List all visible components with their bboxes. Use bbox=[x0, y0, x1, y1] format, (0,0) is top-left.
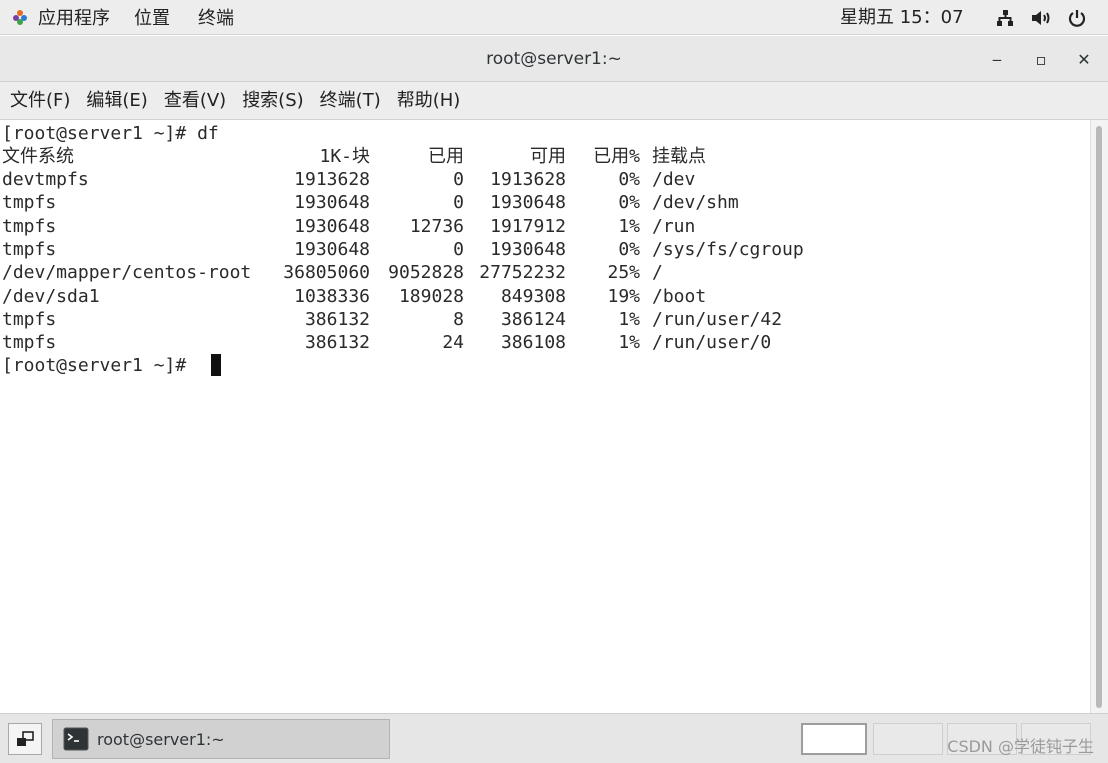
cell-use-pct: 25% bbox=[607, 262, 640, 284]
final-prompt: [root@server1 ~]# bbox=[2, 355, 198, 376]
cell-blocks: 1930648 bbox=[294, 215, 370, 237]
applications-icon bbox=[13, 10, 27, 25]
header-mounted-on: 挂载点 bbox=[652, 146, 706, 167]
cell-available: 27752232 bbox=[479, 262, 566, 284]
power-icon[interactable] bbox=[1065, 6, 1089, 30]
cell-filesystem: tmpfs bbox=[2, 238, 57, 260]
cell-blocks: 386132 bbox=[304, 332, 370, 354]
cell-available: 386108 bbox=[500, 332, 566, 354]
cell-available: 386124 bbox=[500, 308, 566, 330]
cell-filesystem: devtmpfs bbox=[2, 169, 89, 190]
network-icon[interactable] bbox=[993, 6, 1017, 30]
menu-view[interactable]: 查看(V) bbox=[156, 82, 234, 120]
taskbar-window-label: root@server1:~ bbox=[97, 729, 225, 749]
menu-bar: 文件(F) 编辑(E) 查看(V) 搜索(S) 终端(T) 帮助(H) bbox=[0, 82, 1108, 120]
cell-filesystem: tmpfs bbox=[2, 215, 57, 237]
cell-mounted-on: /dev bbox=[652, 169, 696, 190]
terminal-menu[interactable]: 终端 bbox=[184, 0, 248, 35]
cell-used: 189028 bbox=[398, 285, 464, 307]
cell-blocks: 1930648 bbox=[294, 238, 370, 260]
cell-used: 0 bbox=[453, 192, 464, 214]
window-title-bar[interactable]: root@server1:~ ‒ ▫ ✕ bbox=[0, 36, 1108, 82]
terminal-view[interactable]: [root@server1 ~]# df 文件系统 1K-块 已用 可用 已用%… bbox=[0, 120, 1090, 713]
minimize-button[interactable]: ‒ bbox=[984, 46, 1010, 72]
cell-filesystem: tmpfs bbox=[2, 308, 57, 330]
cell-filesystem: /dev/mapper/centos-root bbox=[2, 262, 252, 284]
menu-edit[interactable]: 编辑(E) bbox=[78, 82, 155, 120]
cell-used: 9052828 bbox=[388, 262, 464, 284]
cell-used: 24 bbox=[442, 332, 464, 354]
menu-search[interactable]: 搜索(S) bbox=[234, 82, 311, 120]
cell-blocks: 1913628 bbox=[294, 169, 370, 190]
cell-filesystem: tmpfs bbox=[2, 192, 57, 214]
header-use-pct: 已用% bbox=[593, 146, 640, 167]
header-available: 可用 bbox=[530, 146, 566, 167]
maximize-icon: ▫ bbox=[1035, 49, 1047, 69]
terminal-app-icon bbox=[63, 727, 89, 751]
show-desktop-button[interactable] bbox=[8, 723, 42, 755]
watermark: CSDN @学徒钝子生 bbox=[947, 737, 1094, 756]
workspace-1[interactable] bbox=[801, 723, 867, 755]
cell-mounted-on: /boot bbox=[652, 285, 707, 307]
close-button[interactable]: ✕ bbox=[1071, 46, 1097, 72]
workspace-2[interactable] bbox=[873, 723, 943, 755]
cell-used: 12736 bbox=[409, 215, 464, 237]
cell-use-pct: 19% bbox=[607, 285, 640, 307]
bottom-taskbar: root@server1:~ CSDN @学徒钝子生 bbox=[0, 713, 1108, 763]
prompt-command-line: [root@server1 ~]# df bbox=[2, 123, 219, 144]
menu-terminal[interactable]: 终端(T) bbox=[312, 82, 389, 120]
cell-mounted-on: /run/user/42 bbox=[652, 308, 783, 330]
menu-help[interactable]: 帮助(H) bbox=[389, 82, 469, 120]
window-title: root@server1:~ bbox=[486, 49, 622, 69]
cell-use-pct: 1% bbox=[618, 215, 640, 237]
applications-label: 应用程序 bbox=[38, 8, 110, 29]
cell-use-pct: 1% bbox=[618, 332, 640, 354]
cell-blocks: 1930648 bbox=[294, 192, 370, 214]
cell-mounted-on: /sys/fs/cgroup bbox=[652, 238, 804, 260]
cell-mounted-on: /run/user/0 bbox=[652, 332, 772, 354]
cell-blocks: 386132 bbox=[304, 308, 370, 330]
header-used: 已用 bbox=[428, 146, 464, 167]
maximize-button[interactable]: ▫ bbox=[1028, 46, 1054, 72]
cell-available: 1917912 bbox=[490, 215, 566, 237]
top-panel: 应用程序 位置 终端 星期五 15：07 bbox=[0, 0, 1108, 35]
minimize-icon: ‒ bbox=[991, 49, 1003, 69]
cell-mounted-on: /run bbox=[652, 215, 696, 237]
cell-use-pct: 0% bbox=[618, 238, 640, 260]
cell-available: 1930648 bbox=[490, 238, 566, 260]
cell-use-pct: 0% bbox=[618, 169, 640, 190]
applications-menu[interactable]: 应用程序 bbox=[0, 0, 120, 35]
header-blocks: 1K-块 bbox=[319, 146, 370, 167]
clock[interactable]: 星期五 15：07 bbox=[840, 0, 964, 35]
cell-mounted-on: /dev/shm bbox=[652, 192, 739, 214]
terminal-cursor bbox=[211, 354, 221, 376]
show-desktop-icon bbox=[17, 731, 34, 746]
terminal-scrollbar[interactable] bbox=[1090, 120, 1108, 713]
menu-file[interactable]: 文件(F) bbox=[2, 82, 78, 120]
cell-used: 0 bbox=[453, 238, 464, 260]
cell-available: 849308 bbox=[500, 285, 566, 307]
header-filesystem: 文件系统 bbox=[2, 146, 74, 167]
cell-mounted-on: / bbox=[652, 262, 663, 284]
scrollbar-thumb[interactable] bbox=[1096, 126, 1102, 708]
taskbar-window-button[interactable]: root@server1:~ bbox=[52, 719, 390, 759]
cell-filesystem: /dev/sda1 bbox=[2, 285, 100, 307]
cell-blocks: 1038336 bbox=[294, 285, 370, 307]
places-menu[interactable]: 位置 bbox=[120, 0, 184, 35]
close-icon: ✕ bbox=[1077, 49, 1091, 69]
volume-icon[interactable] bbox=[1029, 6, 1053, 30]
cell-available: 1930648 bbox=[490, 192, 566, 214]
cell-blocks: 36805060 bbox=[283, 262, 370, 284]
cell-use-pct: 1% bbox=[618, 308, 640, 330]
cell-filesystem: tmpfs bbox=[2, 332, 57, 354]
cell-used: 8 bbox=[453, 308, 464, 330]
cell-used: 0 bbox=[453, 169, 464, 190]
cell-available: 1913628 bbox=[490, 169, 566, 190]
cell-use-pct: 0% bbox=[618, 192, 640, 214]
